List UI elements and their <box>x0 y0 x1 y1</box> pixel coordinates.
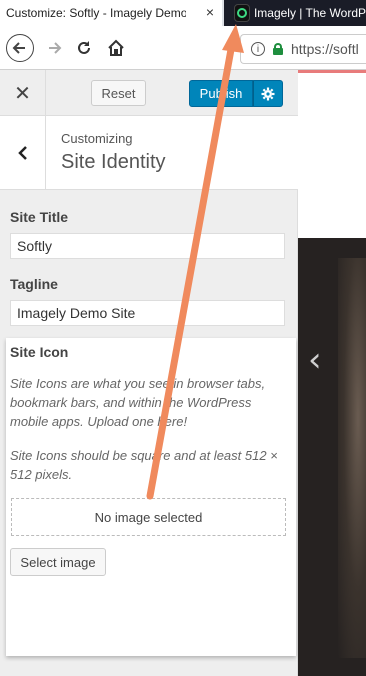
reload-icon[interactable] <box>70 34 98 62</box>
site-icon-section: Site Icon Site Icons are what you see in… <box>6 338 296 656</box>
lock-icon <box>273 43 283 55</box>
select-image-button[interactable]: Select image <box>10 548 106 576</box>
preview-header-bar <box>298 70 366 73</box>
info-icon[interactable]: i <box>251 42 265 56</box>
slider-prev-icon[interactable]: ‹ <box>308 340 322 380</box>
back-arrow-icon[interactable] <box>6 34 34 62</box>
tab-title: Customize: Softly - Imagely Demo S <box>6 6 186 20</box>
address-bar[interactable]: i https://softl <box>240 34 366 64</box>
section-header: Customizing Site Identity <box>0 116 298 190</box>
panel-header: ✕ Reset Publish <box>0 70 298 116</box>
site-title-label: Site Title <box>10 209 69 225</box>
tab-close-icon[interactable]: × <box>206 4 214 20</box>
site-favicon-icon <box>234 4 250 22</box>
preview-image <box>298 238 366 676</box>
breadcrumb: Customizing <box>61 131 133 146</box>
site-title-input[interactable]: Softly <box>10 233 285 259</box>
customizer-panel: ✕ Reset Publish Customizing Site Identit… <box>0 70 298 676</box>
forward-arrow-icon[interactable] <box>40 34 68 62</box>
reset-button[interactable]: Reset <box>91 80 146 106</box>
site-icon-description: Site Icons are what you see in browser t… <box>10 376 266 429</box>
tab-title: Imagely | The WordP <box>253 6 366 20</box>
browser-tab-bar: Customize: Softly - Imagely Demo S × Ima… <box>0 0 366 26</box>
tagline-input[interactable]: Imagely Demo Site <box>10 300 285 326</box>
tab-imagely[interactable]: Imagely | The WordP <box>224 0 366 26</box>
page-title: Site Identity <box>61 151 166 173</box>
tagline-label: Tagline <box>10 276 58 292</box>
publish-button[interactable]: Publish <box>189 80 253 107</box>
site-preview: ‹ <box>298 70 366 676</box>
site-icon-requirements: Site Icons should be square and at least… <box>10 448 278 482</box>
site-icon-label: Site Icon <box>10 344 69 360</box>
tab-customize[interactable]: Customize: Softly - Imagely Demo S × <box>0 0 222 26</box>
close-icon[interactable]: ✕ <box>0 70 46 116</box>
chevron-left-icon[interactable] <box>0 116 46 190</box>
image-placeholder: No image selected <box>11 498 286 536</box>
home-icon[interactable] <box>102 34 130 62</box>
gear-icon[interactable] <box>253 80 283 107</box>
url-text: https://softl <box>291 41 359 57</box>
